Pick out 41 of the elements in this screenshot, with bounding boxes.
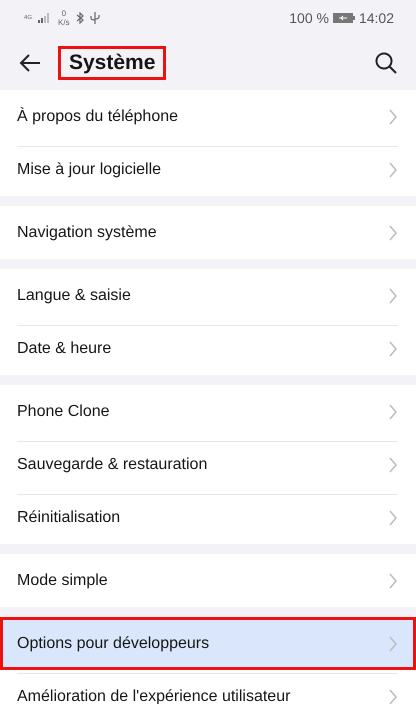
item-label: À propos du téléphone bbox=[17, 108, 180, 126]
page-title: Système bbox=[58, 46, 166, 80]
chevron-icon bbox=[388, 108, 398, 124]
item-label: Navigation système bbox=[17, 224, 158, 242]
settings-item[interactable]: Mode simple bbox=[0, 554, 416, 607]
chevron-icon bbox=[388, 340, 398, 356]
item-label: Phone Clone bbox=[17, 402, 111, 420]
usb-icon bbox=[90, 12, 100, 24]
item-label: Date & heure bbox=[17, 340, 112, 358]
settings-item[interactable]: À propos du téléphone bbox=[0, 90, 416, 143]
settings-item[interactable]: Navigation système bbox=[0, 206, 416, 259]
battery-icon bbox=[332, 13, 355, 23]
search-icon[interactable] bbox=[374, 51, 398, 75]
bluetooth-icon bbox=[76, 12, 84, 24]
chevron-icon bbox=[388, 162, 398, 178]
settings-item[interactable]: Sauvegarde & restauration bbox=[0, 438, 416, 491]
item-label: Options pour développeurs bbox=[17, 634, 210, 652]
chevron-icon bbox=[388, 636, 398, 652]
chevron-icon bbox=[388, 224, 398, 240]
item-label: Amélioration de l'expérience utilisateur bbox=[17, 688, 292, 704]
chevron-icon bbox=[388, 404, 398, 420]
chevron-icon bbox=[388, 510, 398, 526]
chevron-icon bbox=[388, 456, 398, 472]
item-label: Mode simple bbox=[17, 572, 109, 590]
item-label: Réinitialisation bbox=[17, 508, 122, 526]
settings-item[interactable]: Mise à jour logicielle bbox=[0, 143, 416, 196]
chevron-icon bbox=[388, 572, 398, 588]
item-label: Sauvegarde & restauration bbox=[17, 456, 208, 474]
clock: 14:02 bbox=[358, 10, 394, 26]
battery-percent: 100 % bbox=[289, 10, 329, 26]
chevron-icon bbox=[388, 288, 398, 304]
item-label: Mise à jour logicielle bbox=[17, 160, 162, 178]
settings-item[interactable]: Amélioration de l'expérience utilisateur bbox=[0, 670, 416, 704]
settings-item[interactable]: Options pour développeurs bbox=[0, 617, 416, 670]
settings-item[interactable]: Langue & saisie bbox=[0, 269, 416, 322]
settings-item[interactable]: Réinitialisation bbox=[0, 491, 416, 544]
chevron-icon bbox=[388, 688, 398, 704]
settings-item[interactable]: Date & heure bbox=[0, 322, 416, 375]
settings-item[interactable]: Phone Clone bbox=[0, 385, 416, 438]
item-label: Langue & saisie bbox=[17, 286, 132, 304]
data-speed: 0 K/s bbox=[58, 9, 70, 27]
